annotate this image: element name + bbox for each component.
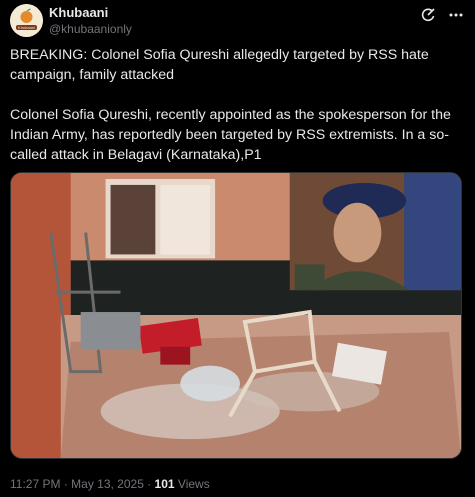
khubaani-logo: Khubaani [10,4,43,37]
svg-text:Khubaani: Khubaani [18,25,35,30]
display-name[interactable]: Khubaani [49,5,132,21]
media-image[interactable] [10,172,462,459]
views-count: 101 [154,477,175,491]
post-header: Khubaani Khubaani @khubaanionly [10,4,465,40]
tweet-meta: 11:27 PM · May 13, 2025 · 101 Views [10,476,210,492]
grok-icon[interactable] [419,6,437,24]
post-date[interactable]: May 13, 2025 [71,477,144,491]
post: Khubaani Khubaani @khubaanionly BREAKING… [0,0,475,497]
post-time[interactable]: 11:27 PM [10,477,60,491]
avatar[interactable]: Khubaani [10,4,43,37]
author-names: Khubaani @khubaanionly [49,5,132,37]
damaged-room-photo [11,173,461,458]
meta-separator: · [143,477,155,491]
more-icon[interactable] [447,6,465,24]
views-label: Views [174,477,210,491]
tweet-text: BREAKING: Colonel Sofia Qureshi allegedl… [10,47,451,163]
meta-separator: · [60,477,72,491]
user-handle[interactable]: @khubaanionly [49,21,132,37]
header-actions [419,6,465,24]
